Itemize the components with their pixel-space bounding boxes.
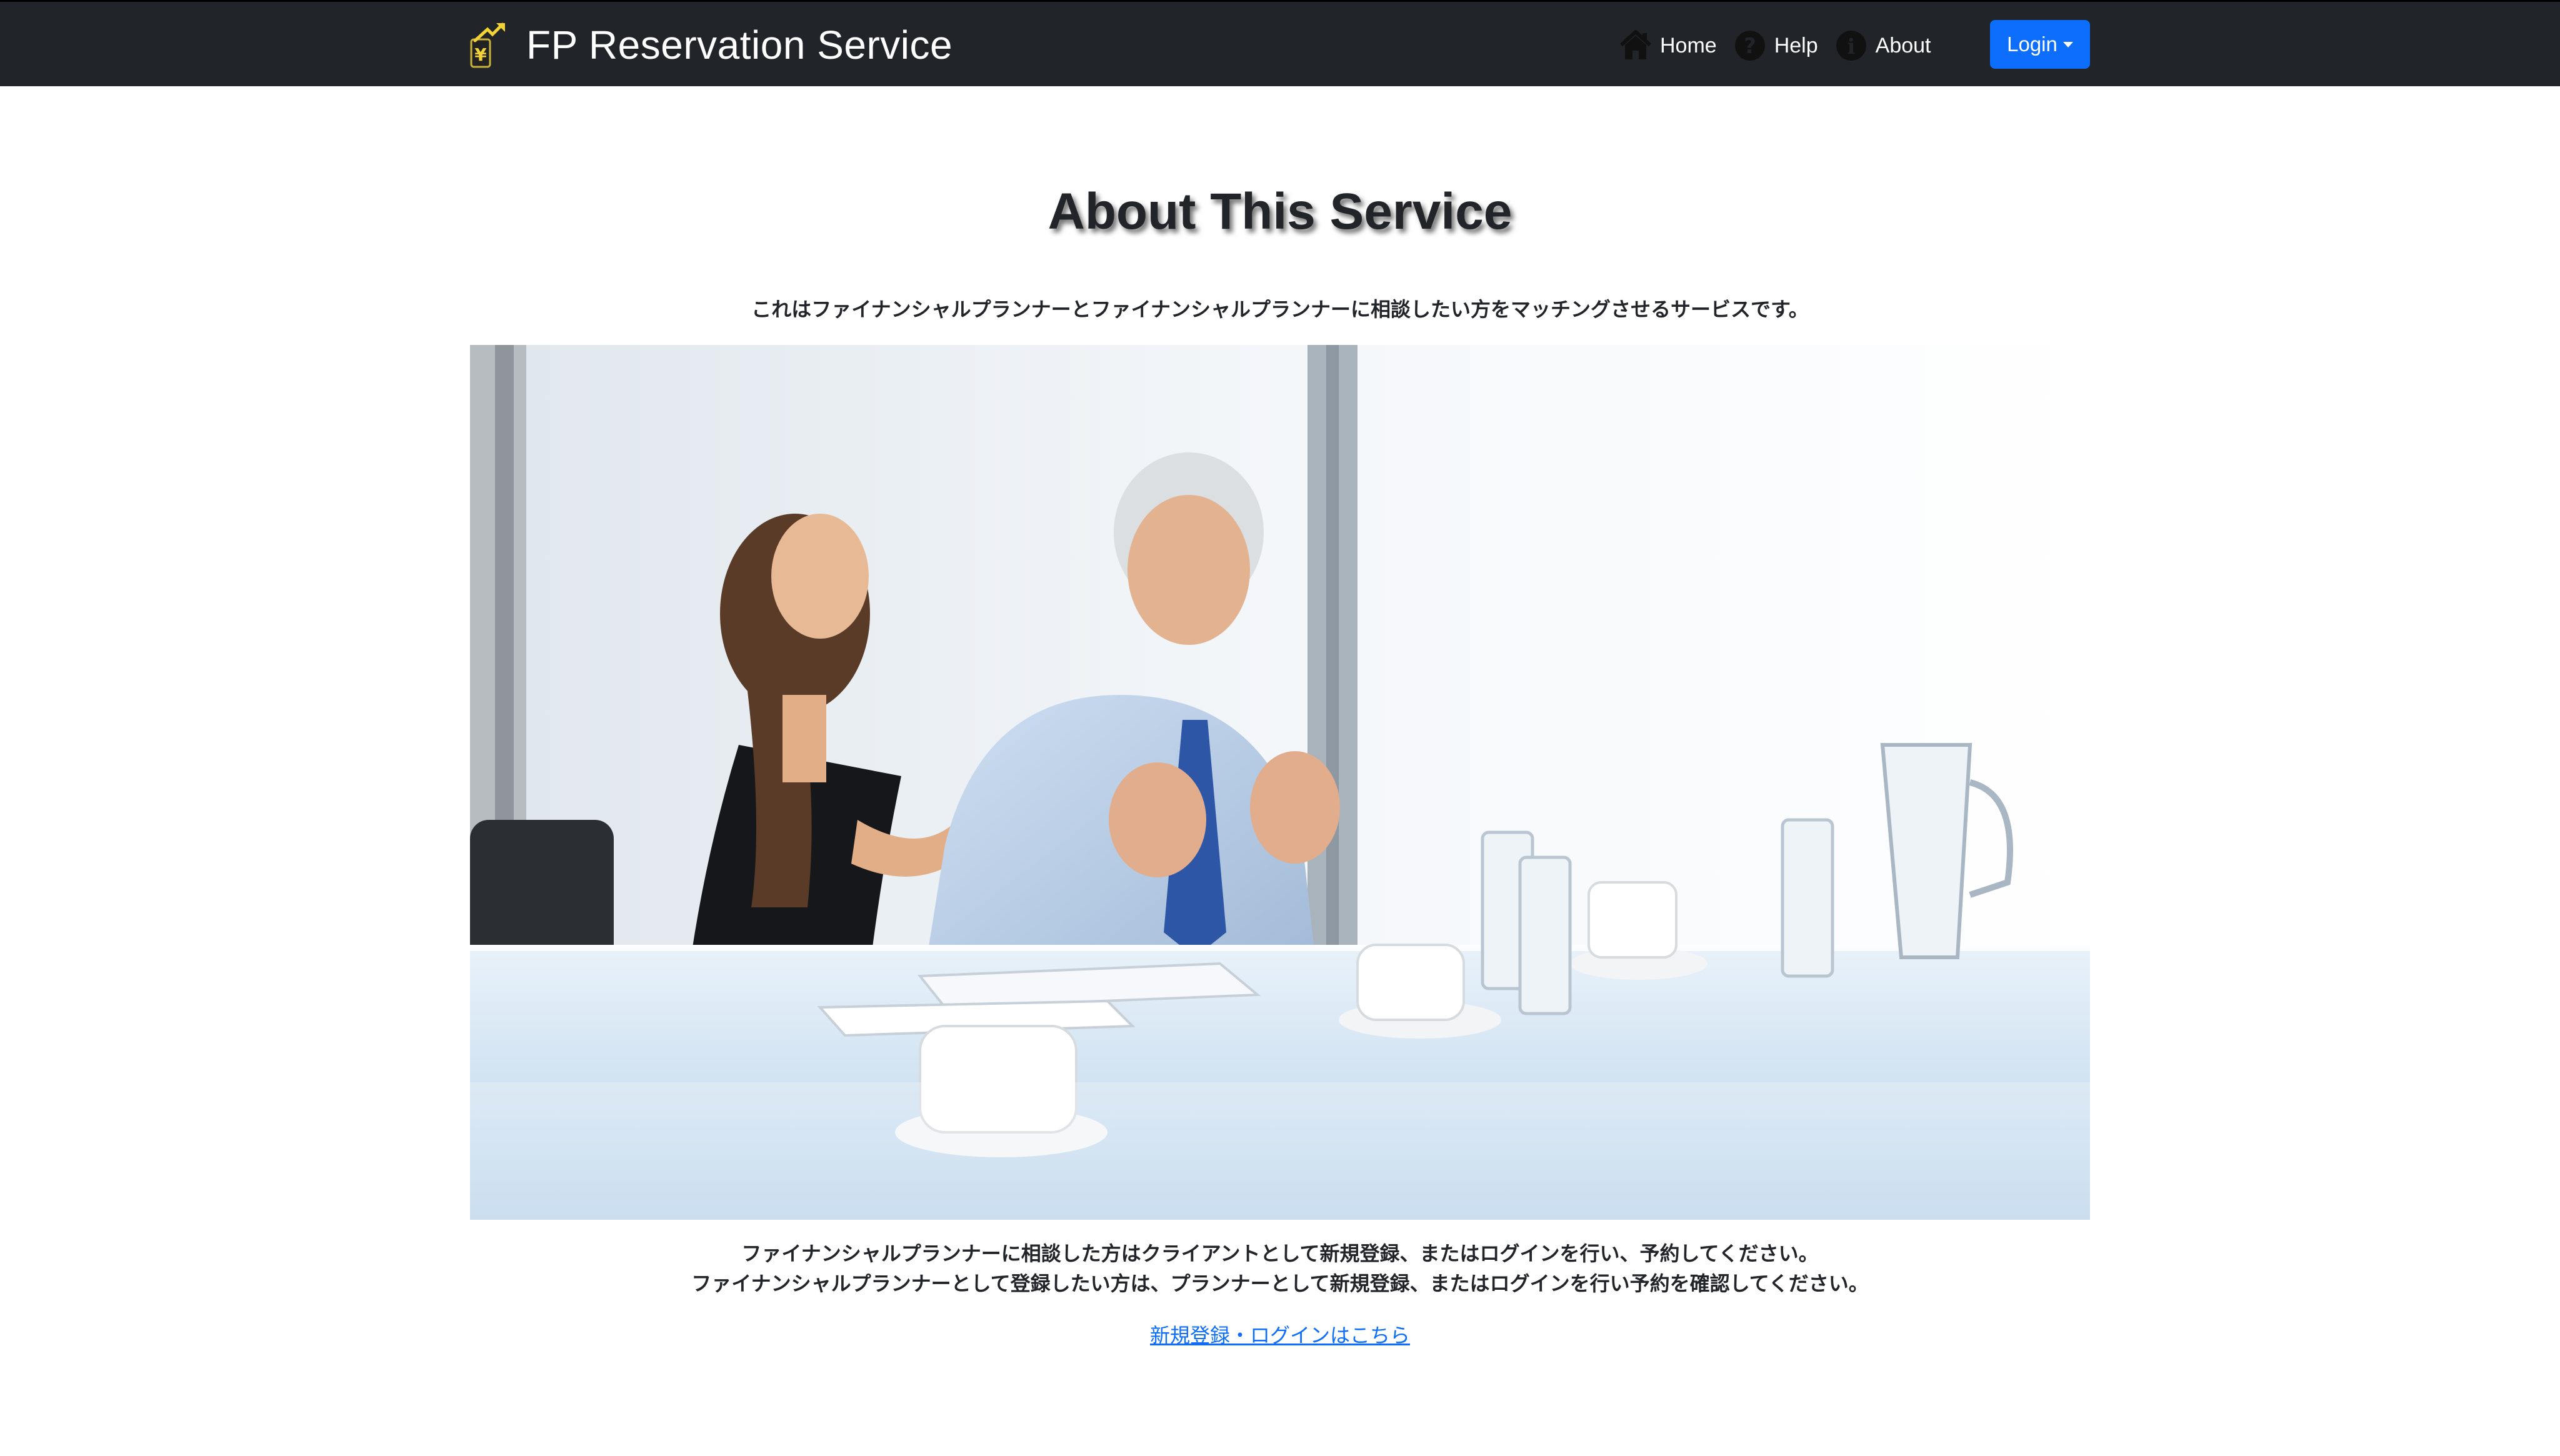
description: ファイナンシャルプランナーに相談した方はクライアントとして新規登録、またはログイ… (0, 1239, 2560, 1299)
hero-image (470, 345, 2090, 1220)
svg-text:?: ? (1744, 34, 1756, 59)
svg-text:¥: ¥ (474, 44, 487, 65)
nav-home-label: Home (1660, 33, 1717, 57)
description-line-1: ファイナンシャルプランナーに相談した方はクライアントとして新規登録、またはログイ… (741, 1242, 1819, 1265)
meeting-photo (470, 345, 2090, 1220)
nav-links: Home ? Help i About (1619, 26, 1948, 66)
home-icon (1619, 30, 1652, 59)
yen-growth-logo-icon: ¥ (470, 22, 505, 68)
register-login-link[interactable]: 新規登録・ログインはこちら (1150, 1324, 1410, 1347)
intro-text: これはファイナンシャルプランナーとファイナンシャルプランナーに相談したい方をマッ… (751, 298, 1809, 321)
nav-home[interactable]: Home (1619, 29, 1717, 62)
info-circle-icon: i (1836, 31, 1866, 61)
caret-down-icon (2062, 41, 2073, 47)
register-link-container: 新規登録・ログインはこちら (0, 1320, 2560, 1349)
page-title: About This Service (1048, 183, 1512, 240)
login-label: Login (2007, 32, 2058, 56)
nav-about[interactable]: i About (1834, 29, 1931, 62)
svg-text:i: i (1847, 34, 1855, 59)
brand-title: FP Reservation Service (526, 22, 953, 67)
nav-help[interactable]: ? Help (1733, 29, 1818, 62)
login-dropdown-button[interactable]: Login (1990, 20, 2090, 69)
nav-help-label: Help (1774, 33, 1818, 57)
nav-about-label: About (1875, 33, 1931, 57)
description-line-2: ファイナンシャルプランナーとして登録したい方は、プランナーとして新規登録、または… (691, 1272, 1869, 1295)
top-navbar: ¥ FP Reservation Service Home ? Help i A… (0, 0, 2560, 86)
brand-link[interactable]: ¥ FP Reservation Service (469, 21, 952, 69)
question-circle-icon: ? (1734, 31, 1765, 61)
